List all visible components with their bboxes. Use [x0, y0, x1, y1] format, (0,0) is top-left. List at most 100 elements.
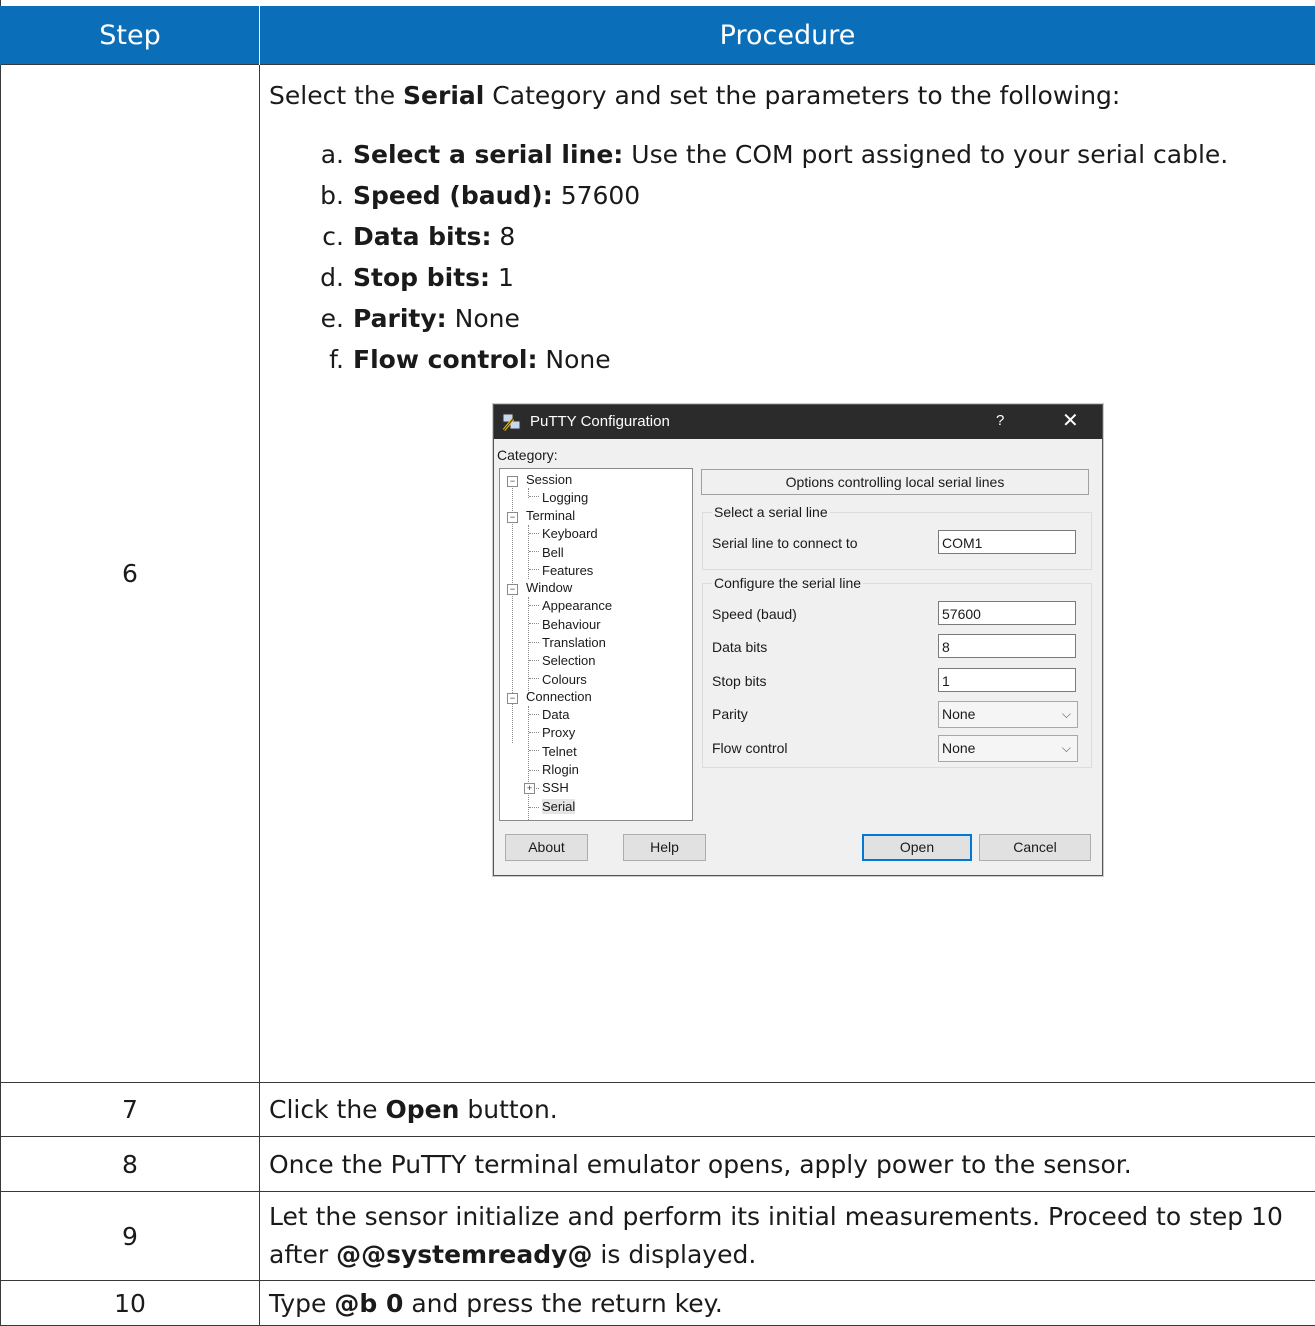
list-marker: e.: [311, 298, 353, 339]
step-number: 9: [1, 1192, 260, 1281]
stop-bits-input[interactable]: 1: [938, 668, 1076, 692]
table-row: 10 Type @b 0 and press the return key.: [1, 1281, 1315, 1326]
table-row: 6 Select the Serial Category and set the…: [1, 65, 1315, 1083]
step-text: Type: [269, 1289, 334, 1318]
tree-line: [528, 706, 529, 821]
procedure-cell: Once the PuTTY terminal emulator opens, …: [260, 1137, 1315, 1192]
close-icon[interactable]: ✕: [1062, 408, 1079, 433]
table-row: 7 Click the Open button.: [1, 1083, 1315, 1137]
tree-item-bell[interactable]: Bell: [542, 545, 564, 560]
collapse-icon[interactable]: −: [507, 693, 518, 704]
serial-line-input[interactable]: COM1: [938, 530, 1076, 554]
step-number: 10: [1, 1281, 260, 1326]
tree-line: [529, 496, 539, 497]
step-number: 7: [1, 1083, 260, 1137]
collapse-icon[interactable]: −: [507, 512, 518, 523]
table-row: 9 Let the sensor initialize and perform …: [1, 1192, 1315, 1281]
tree-line: [529, 533, 539, 534]
list-marker: b.: [311, 175, 353, 216]
expand-icon[interactable]: +: [524, 783, 535, 794]
tree-item-selection[interactable]: Selection: [542, 653, 595, 668]
parity-label: Parity: [712, 706, 748, 722]
list-item: c.Data bits: 8: [311, 216, 1309, 257]
window-title: PuTTY Configuration: [530, 413, 670, 430]
tree-line: [529, 660, 539, 661]
intro-bold: Serial: [403, 81, 484, 110]
chevron-down-icon: ⌵: [1062, 702, 1071, 727]
param-label: Flow control:: [353, 345, 537, 374]
list-marker: f.: [311, 339, 353, 380]
putty-logo-icon: [501, 411, 523, 433]
tree-item-keyboard[interactable]: Keyboard: [542, 526, 598, 541]
table-header-row: Step Procedure: [1, 6, 1315, 65]
step-bold: @@systemready@: [336, 1240, 592, 1269]
title-bar: PuTTY Configuration ? ✕: [494, 405, 1102, 439]
step-text-end: button.: [459, 1095, 557, 1124]
panel-title: Options controlling local serial lines: [701, 469, 1089, 495]
tree-item-rlogin[interactable]: Rlogin: [542, 762, 579, 777]
tree-item-logging[interactable]: Logging: [542, 490, 588, 505]
stop-bits-label: Stop bits: [712, 673, 766, 689]
tree-item-colours[interactable]: Colours: [542, 672, 587, 687]
tree-line: [529, 770, 539, 771]
param-value: None: [545, 345, 610, 374]
table-row: 8 Once the PuTTY terminal emulator opens…: [1, 1137, 1315, 1192]
category-tree: − Session Logging − Terminal Keyboard Be…: [499, 468, 693, 821]
param-value: None: [455, 304, 520, 333]
header-procedure: Procedure: [260, 6, 1315, 65]
tree-item-proxy[interactable]: Proxy: [542, 725, 575, 740]
tree-line: [529, 714, 539, 715]
param-label: Data bits:: [353, 222, 491, 251]
tree-item-connection[interactable]: Connection: [526, 689, 592, 704]
step-intro: Select the Serial Category and set the p…: [269, 78, 1309, 114]
procedure-table: Step Procedure 6 Select the Serial Categ…: [0, 6, 1315, 1326]
step-text-end: is displayed.: [592, 1240, 756, 1269]
tree-item-data[interactable]: Data: [542, 707, 569, 722]
parity-value: None: [942, 706, 975, 722]
help-icon[interactable]: ?: [996, 412, 1004, 429]
flow-control-value: None: [942, 740, 975, 756]
intro-text: Select the: [269, 81, 403, 110]
tree-item-ssh[interactable]: SSH: [542, 780, 569, 795]
tree-item-terminal[interactable]: Terminal: [526, 508, 575, 523]
tree-item-appearance[interactable]: Appearance: [542, 598, 612, 613]
collapse-icon[interactable]: −: [507, 476, 518, 487]
group-title: Configure the serial line: [712, 575, 863, 591]
list-item: e.Parity: None: [311, 298, 1309, 339]
cancel-button[interactable]: Cancel: [979, 834, 1091, 861]
data-bits-label: Data bits: [712, 639, 767, 655]
list-item: d.Stop bits: 1: [311, 257, 1309, 298]
about-button[interactable]: About: [505, 834, 588, 861]
open-button[interactable]: Open: [862, 834, 972, 861]
tree-item-serial[interactable]: Serial: [542, 799, 575, 814]
flow-control-select[interactable]: None⌵: [938, 735, 1078, 762]
parity-select[interactable]: None ⌵: [938, 701, 1078, 728]
tree-item-telnet[interactable]: Telnet: [542, 744, 577, 759]
step-bold: Open: [386, 1095, 460, 1124]
data-bits-input[interactable]: 8: [938, 634, 1076, 658]
parameter-list: a.Select a serial line: Use the COM port…: [269, 134, 1309, 380]
tree-item-behaviour[interactable]: Behaviour: [542, 617, 601, 632]
help-button[interactable]: Help: [623, 834, 706, 861]
param-value: Use the COM port assigned to your serial…: [631, 140, 1228, 169]
procedure-cell: Select the Serial Category and set the p…: [260, 65, 1315, 1083]
tree-line: [529, 623, 539, 624]
tree-item-window[interactable]: Window: [526, 580, 572, 595]
tree-line: [529, 750, 539, 751]
tree-item-features[interactable]: Features: [542, 563, 593, 578]
header-step: Step: [1, 6, 260, 65]
speed-label: Speed (baud): [712, 606, 797, 622]
speed-input[interactable]: 57600: [938, 601, 1076, 625]
list-marker: a.: [311, 134, 353, 175]
list-marker: d.: [311, 257, 353, 298]
tree-line: [529, 732, 539, 733]
serial-line-label: Serial line to connect to: [712, 535, 858, 551]
tree-item-translation[interactable]: Translation: [542, 635, 606, 650]
collapse-icon[interactable]: −: [507, 584, 518, 595]
list-marker: c.: [311, 216, 353, 257]
procedure-cell: Let the sensor initialize and perform it…: [260, 1192, 1315, 1281]
tree-item-session[interactable]: Session: [526, 472, 572, 487]
list-item: b.Speed (baud): 57600: [311, 175, 1309, 216]
tree-line: [529, 551, 539, 552]
tree-line: [528, 597, 529, 695]
